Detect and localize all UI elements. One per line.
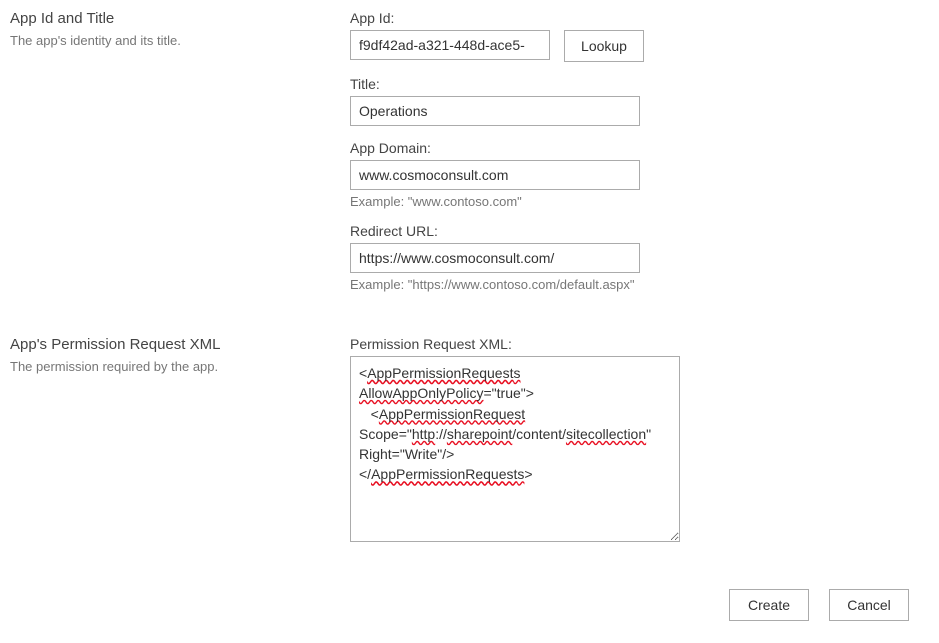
redirect-url-input[interactable] (350, 243, 640, 273)
section2-fields-right: Permission Request XML: <AppPermissionRe… (350, 336, 929, 559)
title-input[interactable] (350, 96, 640, 126)
section-permission-xml: App's Permission Request XML The permiss… (10, 336, 929, 559)
footer-buttons: Create Cancel (10, 589, 929, 621)
section-fields-right: App Id: Lookup Title: App Domain: Exampl… (350, 10, 929, 306)
field-app-id: App Id: Lookup (350, 10, 929, 62)
section-description: The app's identity and its title. (10, 33, 330, 48)
field-title: Title: (350, 76, 929, 126)
app-id-label: App Id: (350, 10, 929, 26)
section2-title: App's Permission Request XML (10, 336, 330, 353)
title-label: Title: (350, 76, 929, 92)
field-app-domain: App Domain: Example: "www.contoso.com" (350, 140, 929, 209)
field-permission-xml: Permission Request XML: <AppPermissionRe… (350, 336, 929, 545)
section2-description: The permission required by the app. (10, 359, 330, 374)
redirect-url-label: Redirect URL: (350, 223, 929, 239)
permission-xml-label: Permission Request XML: (350, 336, 929, 352)
app-domain-hint: Example: "www.contoso.com" (350, 194, 929, 209)
section-app-id-title: App Id and Title The app's identity and … (10, 10, 929, 306)
create-button[interactable]: Create (729, 589, 809, 621)
section-title: App Id and Title (10, 10, 330, 27)
section-header-left: App Id and Title The app's identity and … (10, 10, 350, 48)
redirect-url-hint: Example: "https://www.contoso.com/defaul… (350, 277, 929, 292)
permission-xml-textarea[interactable] (350, 356, 680, 542)
lookup-button[interactable]: Lookup (564, 30, 644, 62)
cancel-button[interactable]: Cancel (829, 589, 909, 621)
app-id-input[interactable] (350, 30, 550, 60)
app-domain-input[interactable] (350, 160, 640, 190)
section2-header-left: App's Permission Request XML The permiss… (10, 336, 350, 374)
field-redirect-url: Redirect URL: Example: "https://www.cont… (350, 223, 929, 292)
app-domain-label: App Domain: (350, 140, 929, 156)
